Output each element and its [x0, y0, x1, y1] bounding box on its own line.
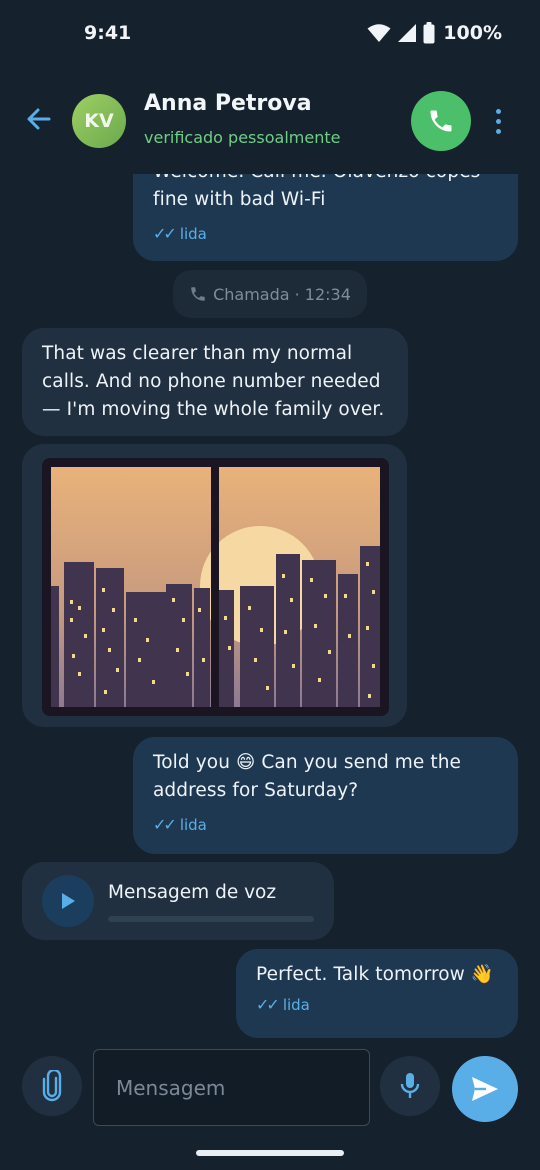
more-vertical-icon	[495, 108, 501, 114]
avatar[interactable]: KV	[72, 94, 126, 148]
send-button[interactable]	[452, 1056, 518, 1122]
message-text-line: calls. And no phone number needed	[42, 371, 381, 392]
message-text-line: fine with bad Wi-Fi	[153, 189, 326, 210]
voice-progress-track[interactable]	[108, 916, 314, 922]
play-icon	[62, 893, 75, 909]
play-button[interactable]	[42, 875, 94, 927]
message-input[interactable]	[93, 1049, 370, 1126]
read-receipt: ✓✓ lida	[153, 224, 498, 243]
double-check-icon: ✓✓	[153, 815, 177, 834]
chat-header: KV Anna Petrova verificado pessoalmente	[0, 70, 540, 174]
battery-icon	[423, 22, 435, 44]
double-check-icon: ✓✓	[153, 224, 177, 243]
message-text-line: — I'm moving the whole family over.	[42, 399, 385, 420]
call-button[interactable]	[411, 91, 471, 151]
composer	[0, 1040, 540, 1140]
send-icon	[472, 1077, 498, 1101]
window-city-image[interactable]	[42, 458, 389, 716]
paperclip-icon	[42, 1070, 62, 1102]
wifi-icon	[367, 24, 391, 42]
call-event-text: Chamada · 12:34	[213, 284, 351, 304]
battery-percent: 100%	[443, 22, 502, 44]
signal-icon	[398, 24, 417, 42]
call-event-pill[interactable]: Chamada · 12:34	[173, 270, 367, 318]
contact-status: verificado pessoalmente	[144, 128, 341, 147]
status-icons: 100%	[367, 22, 502, 44]
attach-button[interactable]	[22, 1056, 82, 1116]
home-indicator[interactable]	[196, 1150, 344, 1156]
read-receipt: ✓✓ lida	[256, 995, 498, 1014]
voice-message: Mensagem de voz	[22, 862, 334, 940]
double-check-icon: ✓✓	[256, 995, 280, 1014]
mic-button[interactable]	[380, 1056, 440, 1116]
image-message[interactable]	[22, 444, 407, 727]
phone-icon	[430, 110, 452, 132]
read-status: lida	[179, 815, 207, 834]
message-text-line: That was clearer than my normal	[42, 343, 353, 364]
more-options-button[interactable]	[486, 104, 510, 138]
status-time: 9:41	[84, 22, 132, 44]
phone-small-icon	[191, 287, 205, 301]
back-arrow-icon	[27, 108, 51, 130]
read-status: lida	[282, 995, 310, 1014]
read-status: lida	[179, 224, 207, 243]
contact-name[interactable]: Anna Petrova	[144, 91, 312, 116]
message-bubble-outgoing[interactable]: Perfect. Talk tomorrow 👋 ✓✓ lida	[236, 949, 518, 1038]
status-bar: 9:41 100%	[0, 0, 540, 70]
mic-icon	[400, 1073, 420, 1098]
message-text-line: Told you 😄 Can you send me the	[153, 752, 462, 773]
chat-screen: 9:41 100% KV Anna Petrova verificado pes…	[0, 0, 540, 1170]
message-text-line: address for Saturday?	[153, 780, 359, 801]
voice-message-label: Mensagem de voz	[108, 882, 277, 903]
message-text: Perfect. Talk tomorrow 👋	[256, 964, 495, 985]
read-receipt: ✓✓ lida	[153, 815, 498, 834]
back-button[interactable]	[22, 102, 56, 136]
message-bubble-incoming[interactable]: That was clearer than my normal calls. A…	[22, 328, 408, 436]
message-bubble-outgoing[interactable]: Told you 😄 Can you send me the address f…	[133, 737, 518, 854]
